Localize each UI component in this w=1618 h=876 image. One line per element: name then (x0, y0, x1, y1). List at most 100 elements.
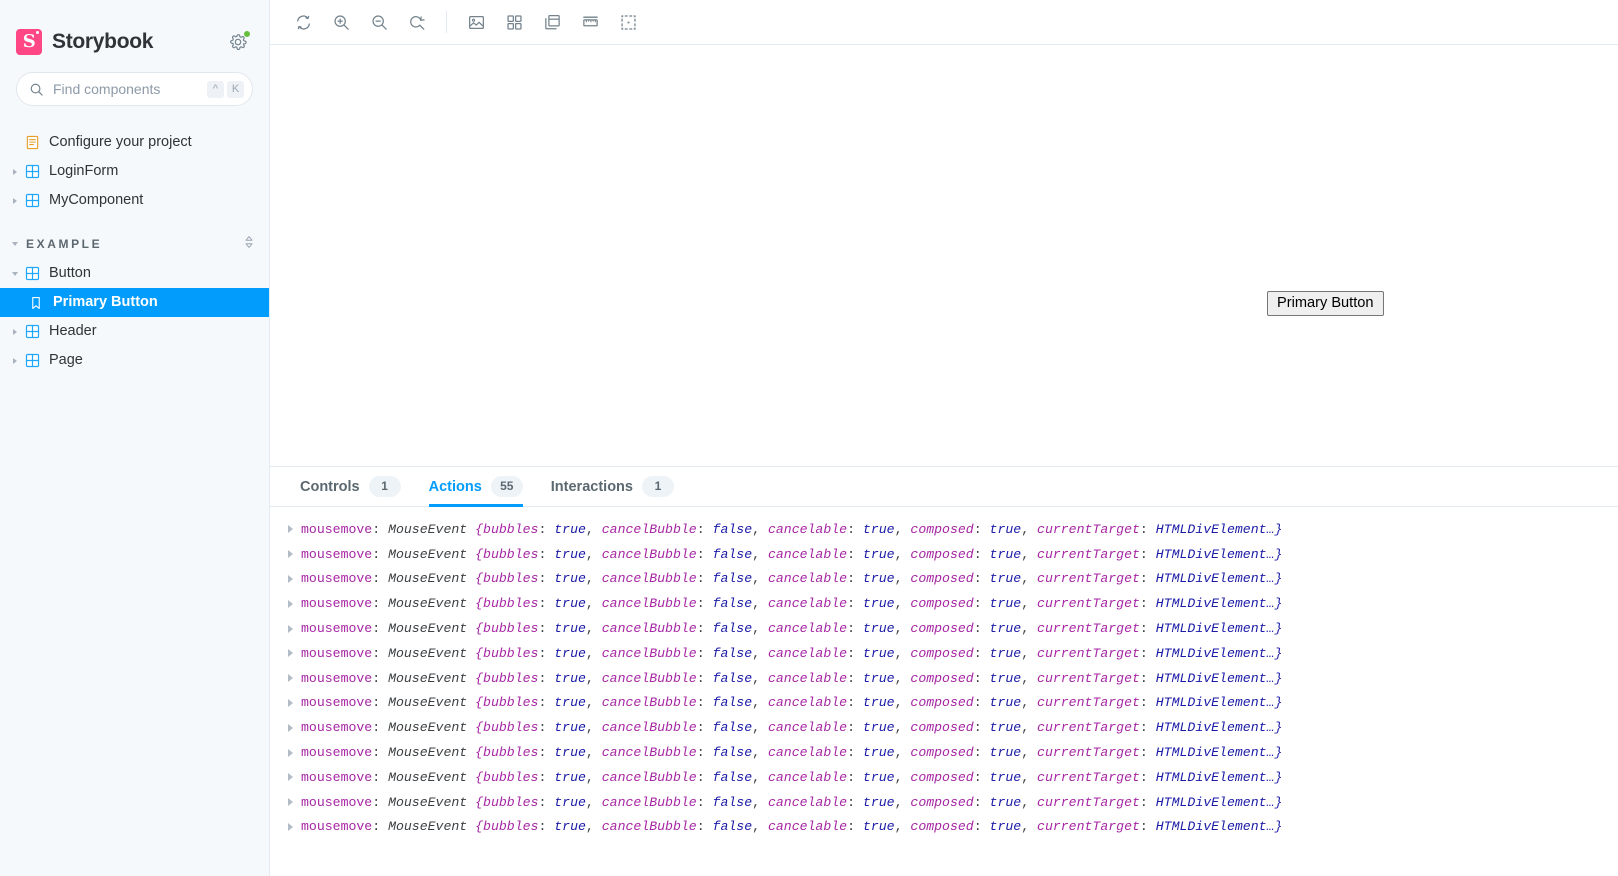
action-arg-comma: , (585, 546, 602, 562)
action-arg-key: currentTarget (1037, 745, 1140, 761)
search-input[interactable] (53, 81, 207, 97)
storybook-app: S Storybook Find components ^ K Configur… (0, 0, 1618, 876)
action-arg-comma: , (894, 769, 911, 785)
component-glyph (25, 353, 39, 368)
action-arg-key: cancelBubble (601, 521, 697, 537)
chevron-right-icon[interactable] (8, 325, 22, 339)
chevron-right-icon[interactable] (288, 773, 299, 782)
viewport-button[interactable] (533, 7, 571, 37)
chevron-right-icon[interactable] (288, 723, 299, 732)
action-arg-key: {bubbles (475, 695, 539, 711)
chevron-right-icon[interactable] (288, 574, 299, 583)
chevron-right-icon[interactable] (288, 649, 299, 658)
search-box[interactable]: ^ K (16, 72, 253, 106)
chevron-right-icon[interactable] (288, 674, 299, 683)
action-name: mousemove (301, 695, 373, 711)
action-log-row[interactable]: mousemove: MouseEvent {bubbles: true, ca… (270, 666, 1618, 691)
action-log-row[interactable]: mousemove: MouseEvent {bubbles: true, ca… (270, 715, 1618, 740)
brand-title: Storybook (52, 30, 154, 53)
action-log-row[interactable]: mousemove: MouseEvent {bubbles: true, ca… (270, 815, 1618, 840)
action-arg-separator: : (973, 621, 990, 637)
tab-badge: 1 (641, 476, 674, 497)
zoom-in-button[interactable] (322, 7, 360, 37)
action-arg-key: cancelBubble (601, 546, 697, 562)
sidebar-item-mycomponent[interactable]: MyComponent (0, 186, 269, 215)
action-arg-key: {bubbles (475, 769, 539, 785)
gear-icon[interactable] (227, 30, 251, 53)
story-primary-button[interactable]: Primary Button (1267, 291, 1384, 316)
action-arg-key: cancelBubble (601, 794, 697, 810)
action-name: mousemove (301, 571, 373, 587)
remount-button[interactable] (284, 7, 322, 37)
chevron-right-icon[interactable] (8, 165, 22, 179)
action-log-row[interactable]: mousemove: MouseEvent {bubbles: true, ca… (270, 765, 1618, 790)
chevron-right-icon[interactable] (288, 822, 299, 831)
zoom-reset-button[interactable] (398, 7, 436, 37)
action-log-row[interactable]: mousemove: MouseEvent {bubbles: true, ca… (270, 740, 1618, 765)
action-arg-key: currentTarget (1037, 695, 1140, 711)
action-arg-key: cancelable (767, 720, 848, 736)
action-log-row[interactable]: mousemove: MouseEvent {bubbles: true, ca… (270, 591, 1618, 616)
action-arg-comma: , (1021, 621, 1038, 637)
action-arg-value: true (989, 720, 1022, 736)
action-log-row[interactable]: mousemove: MouseEvent {bubbles: true, ca… (270, 567, 1618, 592)
action-log-list[interactable]: mousemove: MouseEvent {bubbles: true, ca… (270, 507, 1618, 876)
sidebar-item-primary-button[interactable]: Primary Button (0, 288, 269, 317)
chevron-down-icon[interactable] (8, 237, 22, 251)
tab-actions[interactable]: Actions 55 (415, 467, 537, 507)
chevron-right-icon[interactable] (288, 525, 299, 534)
action-arg-value: true (989, 769, 1022, 785)
tab-interactions[interactable]: Interactions 1 (537, 467, 688, 506)
zoom-reset-icon (409, 15, 425, 30)
action-event-class: MouseEvent (388, 695, 476, 711)
sidebar-group-example[interactable]: EXAMPLE (0, 229, 269, 259)
chevron-down-icon[interactable] (8, 267, 22, 281)
action-arg-key: composed (910, 794, 974, 810)
sidebar-item-loginform[interactable]: LoginForm (0, 157, 269, 186)
chevron-right-icon[interactable] (8, 354, 22, 368)
chevron-right-icon[interactable] (288, 698, 299, 707)
action-log-row[interactable]: mousemove: MouseEvent {bubbles: true, ca… (270, 616, 1618, 641)
zoom-out-button[interactable] (360, 7, 398, 37)
action-separator: : (372, 769, 389, 785)
action-arg-separator: : (696, 819, 713, 835)
measure-button[interactable] (571, 7, 609, 37)
sidebar-item-button[interactable]: Button (0, 259, 269, 288)
action-arg-separator: : (973, 521, 990, 537)
tab-controls[interactable]: Controls 1 (286, 467, 415, 506)
sidebar-item-page[interactable]: Page (0, 346, 269, 375)
action-arg-key: {bubbles (475, 794, 539, 810)
action-arg-value: HTMLDivElement…} (1155, 596, 1283, 612)
sidebar-item-configure-your-project[interactable]: Configure your project (0, 128, 269, 157)
action-log-row[interactable]: mousemove: MouseEvent {bubbles: true, ca… (270, 517, 1618, 542)
action-arg-separator: : (847, 645, 863, 661)
action-log-row[interactable]: mousemove: MouseEvent {bubbles: true, ca… (270, 790, 1618, 815)
action-arg-key: {bubbles (475, 596, 539, 612)
chevron-right-icon[interactable] (288, 599, 299, 608)
sidebar-item-header[interactable]: Header (0, 317, 269, 346)
action-arg-value: false (712, 546, 753, 562)
chevron-right-icon[interactable] (288, 798, 299, 807)
storybook-logo-icon[interactable]: S (16, 29, 42, 55)
action-separator: : (372, 596, 389, 612)
action-log-row[interactable]: mousemove: MouseEvent {bubbles: true, ca… (270, 691, 1618, 716)
action-arg-separator: : (1139, 769, 1156, 785)
component-icon (24, 193, 40, 209)
action-event-class: MouseEvent (388, 794, 476, 810)
outline-button[interactable] (609, 7, 647, 37)
action-arg-separator: : (973, 794, 990, 810)
action-name: mousemove (301, 621, 373, 637)
action-log-row[interactable]: mousemove: MouseEvent {bubbles: true, ca… (270, 542, 1618, 567)
action-arg-separator: : (973, 695, 990, 711)
chevron-right-icon[interactable] (8, 194, 22, 208)
action-arg-value: HTMLDivElement…} (1155, 670, 1283, 686)
action-event-class: MouseEvent (388, 571, 476, 587)
action-log-row[interactable]: mousemove: MouseEvent {bubbles: true, ca… (270, 641, 1618, 666)
chevron-right-icon[interactable] (288, 550, 299, 559)
expand-collapse-icon[interactable] (243, 235, 255, 254)
chevron-right-icon[interactable] (288, 624, 299, 633)
action-arg-key: currentTarget (1037, 769, 1140, 785)
chevron-right-icon[interactable] (288, 748, 299, 757)
grid-button[interactable] (495, 7, 533, 37)
backgrounds-button[interactable] (457, 7, 495, 37)
